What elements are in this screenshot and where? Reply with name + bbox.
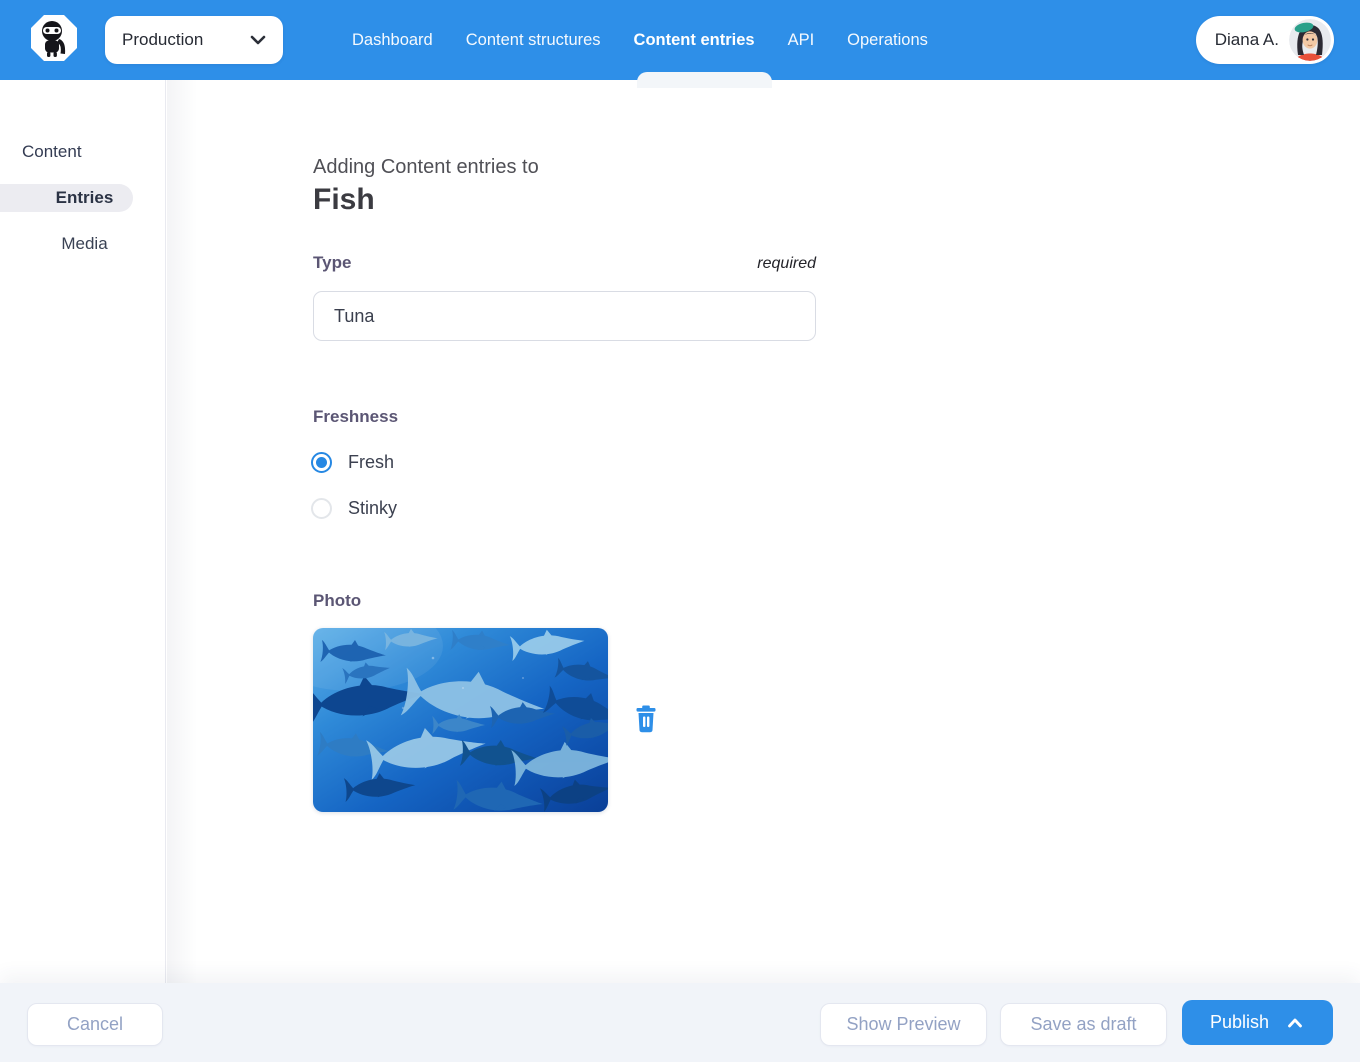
nav-item-dashboard[interactable]: Dashboard [352, 31, 433, 50]
chevron-down-icon [247, 29, 269, 51]
chevron-up-icon [1285, 1013, 1305, 1033]
user-menu[interactable]: Diana A. [1196, 16, 1334, 64]
main-content: Adding Content entries to Fish Type requ… [166, 80, 1360, 983]
publish-button-label: Publish [1210, 1012, 1269, 1033]
app-window: Production Dashboard Content structures … [0, 0, 1360, 1062]
sidebar-section-content[interactable]: Content [22, 142, 82, 162]
trash-icon [634, 705, 658, 733]
publish-button[interactable]: Publish [1182, 1000, 1333, 1045]
radio-selected-icon[interactable] [311, 452, 332, 473]
environment-selector[interactable]: Production [105, 16, 283, 64]
radio-label-stinky: Stinky [348, 498, 397, 519]
environment-selected-label: Production [122, 30, 203, 50]
top-header-bar: Production Dashboard Content structures … [0, 0, 1360, 80]
action-footer-bar: Cancel Show Preview Save as draft Publis… [0, 983, 1360, 1062]
ninja-logo[interactable] [30, 14, 78, 62]
sidebar-item-entries[interactable]: Entries [0, 184, 133, 212]
page-title: Fish [313, 183, 375, 217]
radio-unselected-icon[interactable] [311, 498, 332, 519]
sidebar: Content Entries Media [0, 80, 166, 983]
nav-item-api[interactable]: API [788, 31, 815, 50]
cancel-button[interactable]: Cancel [27, 1003, 163, 1046]
sidebar-item-media[interactable]: Media [0, 230, 133, 258]
radio-option-stinky[interactable]: Stinky [311, 498, 397, 519]
nav-item-content-structures[interactable]: Content structures [466, 31, 601, 50]
required-badge: required [757, 255, 816, 273]
freshness-field-label: Freshness [313, 407, 398, 427]
page-subtitle: Adding Content entries to [313, 156, 539, 179]
delete-photo-button[interactable] [632, 705, 660, 735]
radio-dot [316, 457, 327, 468]
user-avatar [1289, 19, 1331, 61]
save-as-draft-button[interactable]: Save as draft [1000, 1003, 1167, 1046]
radio-option-fresh[interactable]: Fresh [311, 452, 394, 473]
type-input[interactable] [313, 291, 816, 341]
main-nav: Dashboard Content structures Content ent… [352, 0, 928, 80]
nav-item-content-entries[interactable]: Content entries [634, 31, 755, 50]
type-field-header: Type required [313, 253, 816, 273]
photo-field-label: Photo [313, 591, 361, 611]
user-name: Diana A. [1215, 30, 1279, 50]
radio-label-fresh: Fresh [348, 452, 394, 473]
tuna-school-photo [313, 628, 608, 812]
photo-thumbnail[interactable] [313, 628, 608, 812]
nav-item-operations[interactable]: Operations [847, 31, 928, 50]
show-preview-button[interactable]: Show Preview [820, 1003, 987, 1046]
ninja-logo-icon [30, 14, 78, 62]
woman-with-beret-avatar-icon [1289, 19, 1331, 61]
type-field-label: Type [313, 253, 351, 273]
active-nav-tab-indicator [637, 72, 772, 88]
